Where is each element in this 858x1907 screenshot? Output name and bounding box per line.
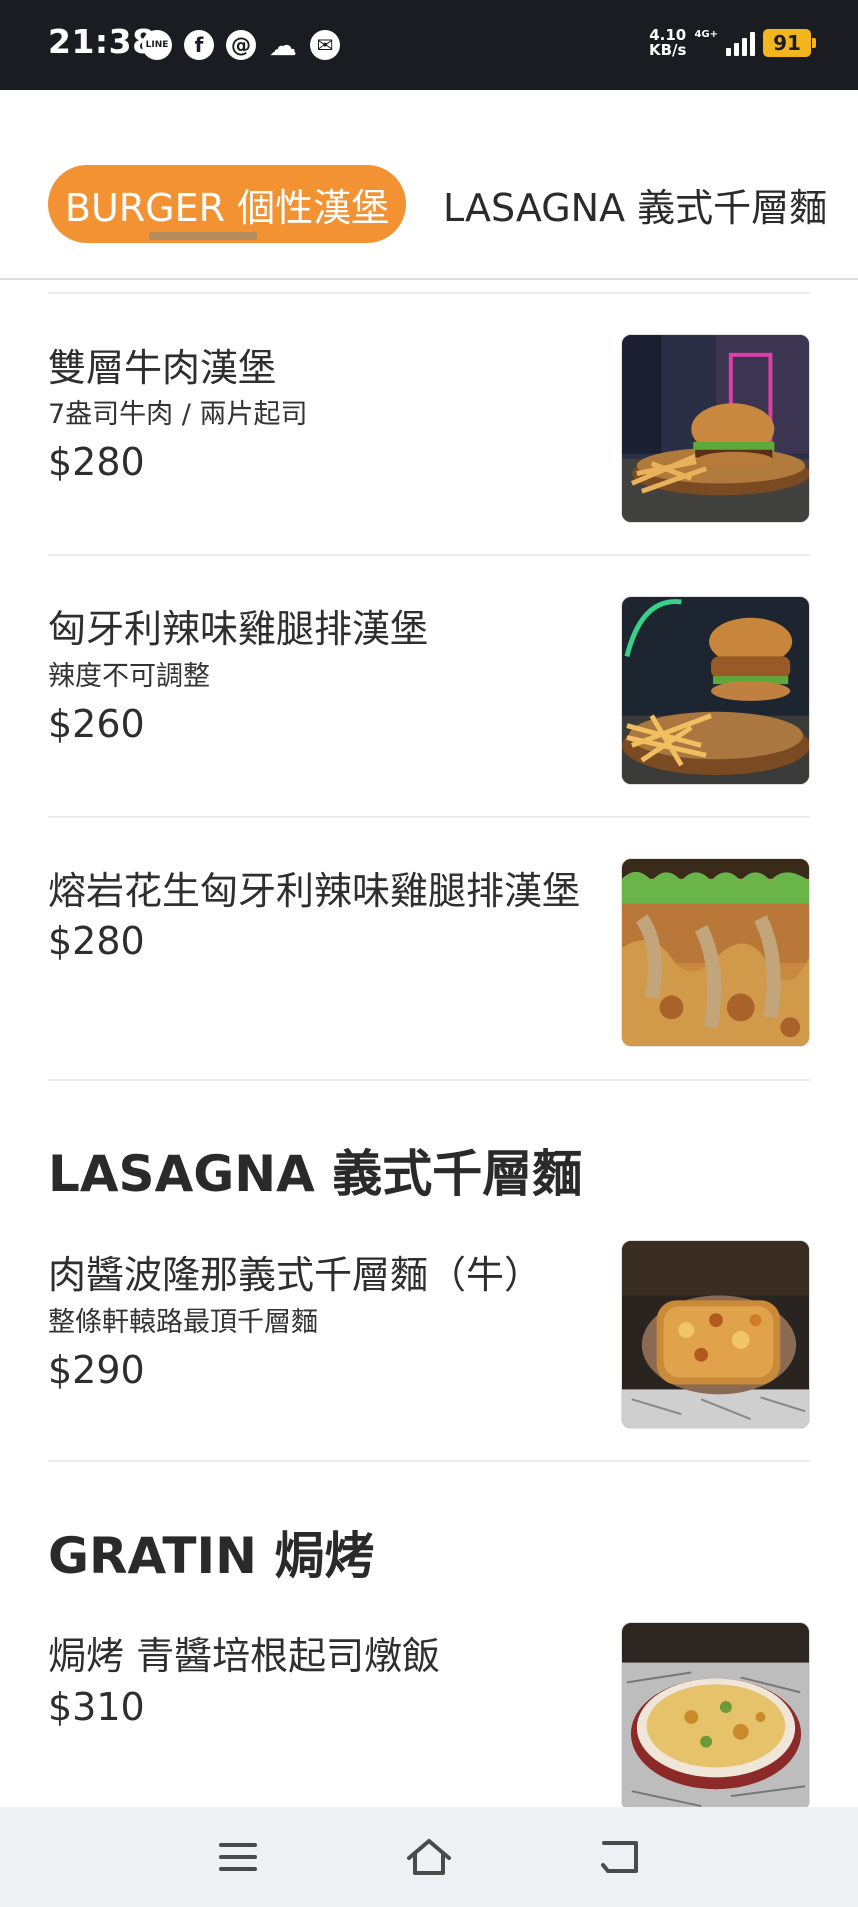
notification-icons: LINE f @ ☁ ✉ [142,28,340,62]
item-photo [621,1622,810,1811]
divider [48,554,810,556]
home-button[interactable] [404,1835,454,1879]
section-title-lasagna: LASAGNA 義式千層麵 [48,1145,583,1203]
burger-photo [622,335,809,522]
chicken-burger-photo [622,597,809,784]
network-speed-unit: KB/s [648,41,687,59]
divider [48,816,810,818]
facebook-icon: f [184,30,214,60]
gratin-photo [622,1623,809,1810]
tab-burger-label: BURGER 個性漢堡 [64,185,390,230]
status-indicators: 4.10 KB/s 4G+ 91 [649,28,816,58]
item-price: $290 [48,1348,145,1392]
item-photo [621,1240,810,1429]
item-photo [621,334,810,523]
item-name: 雙層牛肉漢堡 [48,346,277,390]
section-title-gratin: GRATIN 焗烤 [48,1527,375,1585]
home-icon [407,1839,451,1875]
item-price: $260 [48,702,145,746]
cloud-icon: ☁ [269,28,297,62]
line-icon: LINE [142,30,172,60]
item-photo [621,596,810,785]
category-tabs: BURGER 個性漢堡 LASAGNA 義式千層麵 [0,90,858,280]
item-name: 熔岩花生匈牙利辣味雞腿排漢堡 [48,869,581,913]
tab-lasagna[interactable]: LASAGNA 義式千層麵 [443,165,827,243]
threads-icon: @ [226,30,256,60]
lasagna-photo [622,1241,809,1428]
divider [48,1460,810,1462]
menu-button[interactable] [213,1835,263,1879]
item-name: 肉醬波隆那義式千層麵（牛） [48,1253,543,1297]
item-price: $280 [48,440,145,484]
item-price: $310 [48,1685,145,1729]
item-price: $280 [48,919,145,963]
signal-icon [726,30,755,56]
back-button[interactable] [595,1835,645,1879]
back-icon [601,1841,638,1873]
network-speed: 4.10 KB/s [649,28,686,58]
tab-lasagna-label: LASAGNA 義式千層麵 [443,185,828,230]
network-type: 4G+ [694,29,718,40]
divider [48,1079,810,1081]
item-description: 整條軒轅路最頂千層麵 [48,1307,318,1338]
item-name: 匈牙利辣味雞腿排漢堡 [48,607,429,651]
lava-chicken-burger-photo [622,859,809,1046]
messenger-icon: ✉ [310,30,340,60]
status-bar: 21:38 LINE f @ ☁ ✉ 4.10 KB/s 4G+ 91 [0,0,858,90]
item-description: 辣度不可調整 [48,661,210,692]
menu-icon [219,1843,257,1871]
battery-icon: 91 [763,29,816,57]
item-name: 焗烤 青醬培根起司燉飯 [48,1634,441,1678]
divider [48,292,810,294]
item-photo [621,858,810,1047]
item-description: 7盎司牛肉 / 兩片起司 [48,399,308,430]
status-time: 21:38 [48,22,156,61]
tab-active-indicator [149,232,257,240]
system-nav-bar [0,1807,858,1907]
